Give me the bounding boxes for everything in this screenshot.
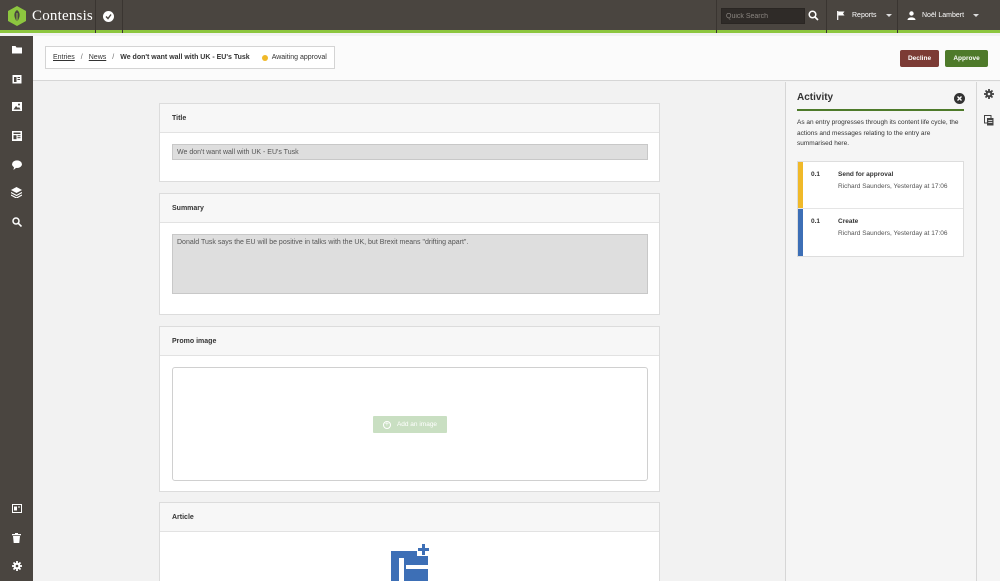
tab-versions[interactable] xyxy=(977,108,1000,132)
user-icon xyxy=(907,11,916,20)
title-field-panel: Title We don't want wall with UK - EU's … xyxy=(159,103,660,182)
divider xyxy=(897,0,898,33)
list-item[interactable]: 0.1 Create Richard Saunders, Yesterday a… xyxy=(798,209,963,256)
summary-field-panel: Summary Donald Tusk says the EU will be … xyxy=(159,193,660,315)
activity-list: 0.1 Send for approval Richard Saunders, … xyxy=(797,161,964,257)
search-icon[interactable] xyxy=(808,10,819,21)
divider xyxy=(716,0,717,33)
activity-version: 0.1 xyxy=(811,218,821,225)
trash-icon[interactable] xyxy=(11,532,22,543)
status-bar xyxy=(798,209,803,256)
add-image-label: Add an image xyxy=(396,421,438,428)
breadcrumb: Entries / News / We don't want wall with… xyxy=(45,46,335,69)
activity-title: Activity xyxy=(797,92,834,103)
logo-icon xyxy=(8,6,26,26)
activity-item-meta: Richard Saunders, Yesterday at 17:06 xyxy=(838,183,948,190)
plus-circle-icon: + xyxy=(382,420,391,429)
breadcrumb-entries-link[interactable]: Entries xyxy=(53,54,75,61)
breadcrumb-bar: Entries / News / We don't want wall with… xyxy=(33,36,1000,81)
activity-version: 0.1 xyxy=(811,171,821,178)
title-field-label: Title xyxy=(160,104,659,133)
flag-icon xyxy=(837,11,845,20)
summary-textarea[interactable]: Donald Tusk says the EU will be positive… xyxy=(172,234,648,294)
breadcrumb-news-link[interactable]: News xyxy=(89,54,107,61)
status-dot-icon xyxy=(261,54,268,61)
activity-item-meta: Richard Saunders, Yesterday at 17:06 xyxy=(838,230,948,237)
chevron-down-icon xyxy=(885,14,892,17)
list-item[interactable]: 0.1 Send for approval Richard Saunders, … xyxy=(798,162,963,209)
copy-icon xyxy=(984,114,994,125)
content-types-icon[interactable] xyxy=(11,130,22,141)
divider xyxy=(95,0,96,33)
breadcrumb-separator: / xyxy=(80,54,83,61)
tab-settings[interactable] xyxy=(977,82,1000,106)
user-menu[interactable]: Noël Lambert xyxy=(907,11,980,20)
user-name: Noël Lambert xyxy=(922,12,965,19)
title-input[interactable]: We don't want wall with UK - EU's Tusk xyxy=(172,144,648,160)
reports-menu[interactable]: Reports xyxy=(837,11,892,20)
breadcrumb-separator: / xyxy=(112,54,115,61)
preview-icon[interactable] xyxy=(11,503,22,514)
left-sidebar xyxy=(0,36,33,581)
entry-editor: Title We don't want wall with UK - EU's … xyxy=(33,82,785,581)
settings-icon[interactable] xyxy=(11,560,22,571)
decline-button[interactable]: Decline xyxy=(900,50,939,67)
activity-divider xyxy=(797,109,964,111)
app-name: Contensis xyxy=(32,7,93,24)
check-circle-icon[interactable] xyxy=(103,11,114,22)
image-icon[interactable] xyxy=(11,101,22,112)
gear-icon xyxy=(984,89,994,99)
breadcrumb-current: We don't want wall with UK - EU's Tusk xyxy=(120,54,250,61)
article-field-label: Article xyxy=(160,503,659,532)
status-badge: Awaiting approval xyxy=(271,54,327,61)
activity-panel: Activity As an entry progresses through … xyxy=(785,82,976,581)
reports-label: Reports xyxy=(852,12,877,19)
add-content-block-icon[interactable] xyxy=(390,543,430,581)
divider xyxy=(122,0,123,33)
divider xyxy=(826,0,827,33)
activity-item-title: Send for approval xyxy=(838,171,894,178)
blocks-icon[interactable] xyxy=(11,187,22,198)
status-bar xyxy=(798,162,803,208)
quick-search-input[interactable] xyxy=(721,8,805,24)
promo-image-field-panel: Promo image + Add an image xyxy=(159,326,660,492)
top-bar: Contensis Reports Noël Lambert xyxy=(0,0,1000,33)
image-dropzone[interactable]: + Add an image xyxy=(172,367,648,481)
article-field-panel: Article xyxy=(159,502,660,581)
add-image-button[interactable]: + Add an image xyxy=(373,416,447,433)
right-rail xyxy=(976,82,1000,581)
entries-icon[interactable] xyxy=(11,73,22,84)
contensis-logo[interactable]: Contensis xyxy=(8,5,93,27)
chevron-down-icon xyxy=(973,14,980,17)
search-icon[interactable] xyxy=(11,216,22,227)
activity-item-title: Create xyxy=(838,218,859,225)
approve-button[interactable]: Approve xyxy=(945,50,988,67)
folder-icon[interactable] xyxy=(11,44,22,55)
close-icon[interactable] xyxy=(954,93,965,104)
comments-icon[interactable] xyxy=(11,159,22,170)
summary-field-label: Summary xyxy=(160,194,659,223)
promo-image-field-label: Promo image xyxy=(160,327,659,356)
activity-description: As an entry progresses through its conte… xyxy=(797,119,959,147)
